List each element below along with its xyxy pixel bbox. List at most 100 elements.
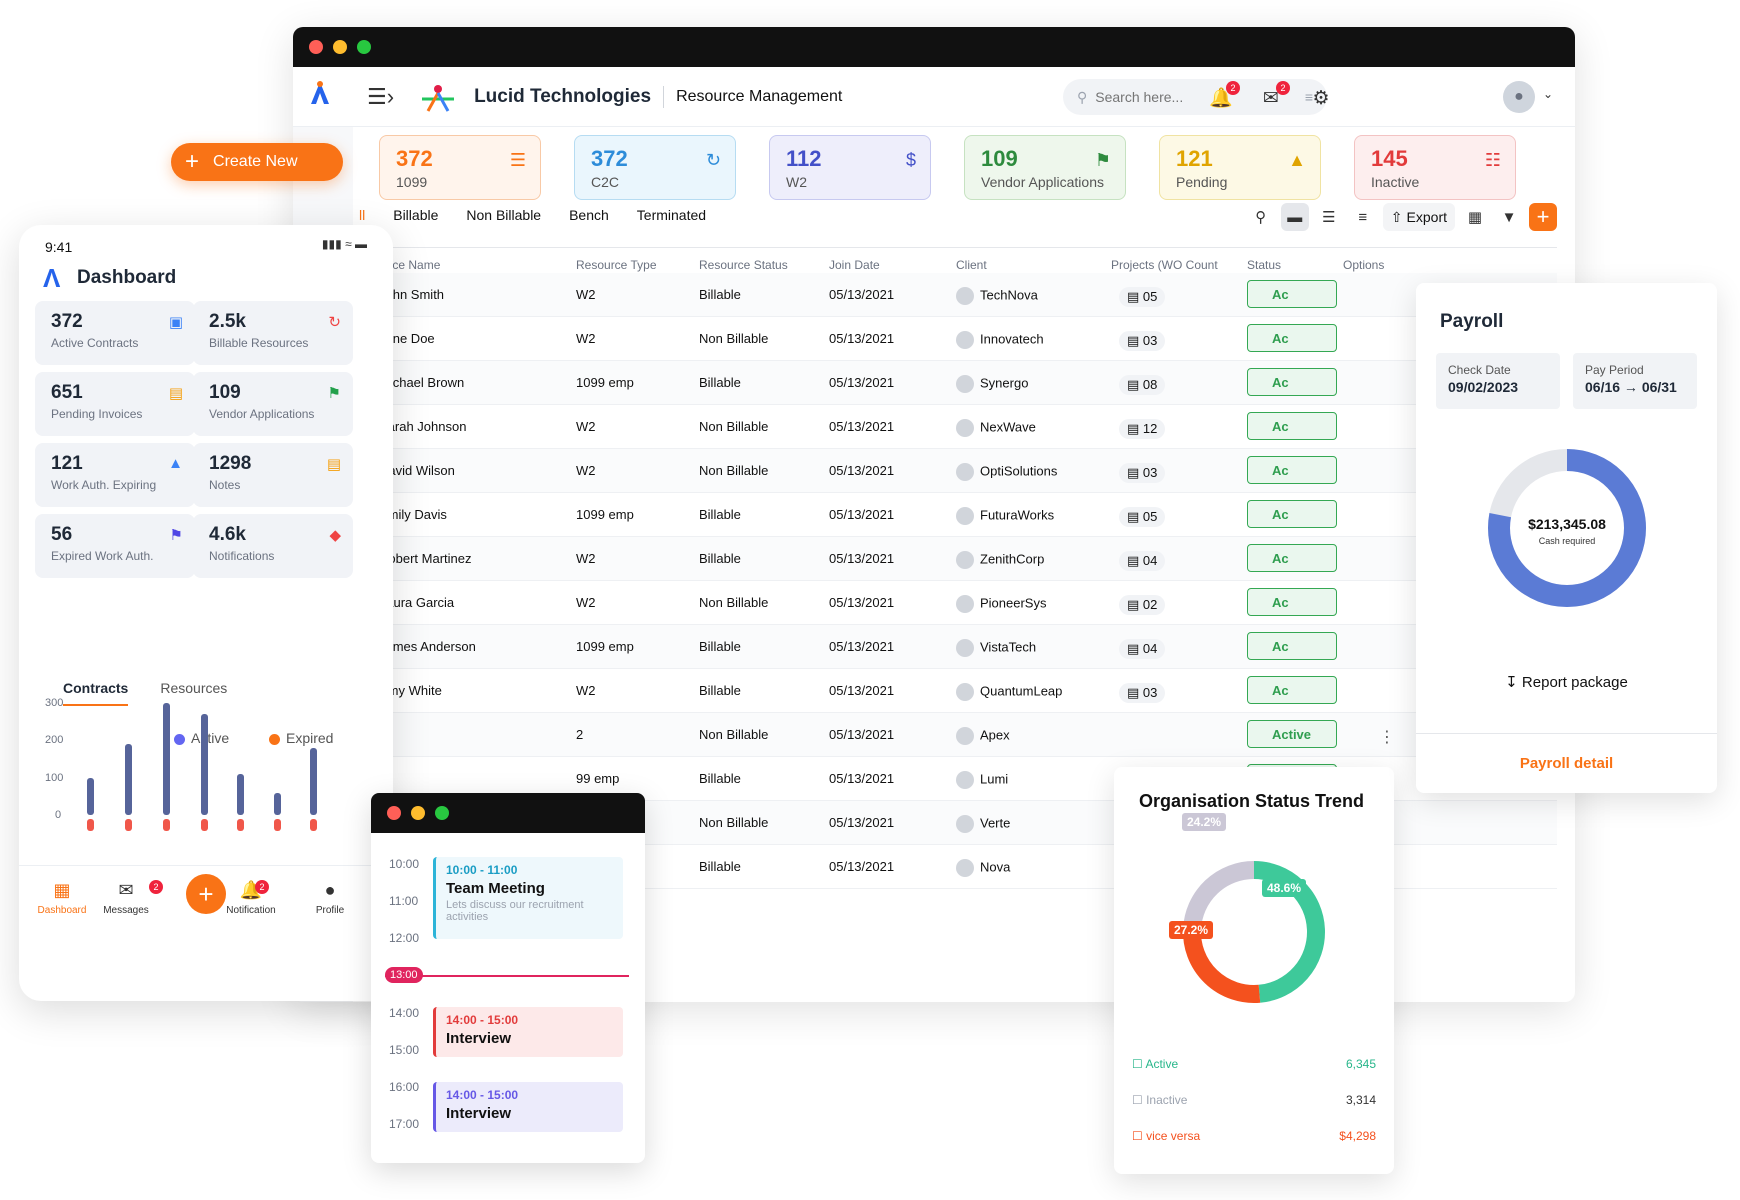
stat-card[interactable]: 372 C2C ↻ bbox=[574, 135, 736, 200]
app-logo-icon[interactable] bbox=[309, 80, 349, 114]
detailed-view-icon[interactable]: ≡ bbox=[1349, 203, 1377, 231]
payroll-detail-link[interactable]: Payroll detail bbox=[1416, 733, 1717, 793]
tab-all[interactable]: ll bbox=[359, 207, 365, 223]
column-header[interactable]: Client bbox=[956, 258, 987, 272]
report-package-button[interactable]: ↧ Report package bbox=[1416, 673, 1717, 691]
org-title: Organisation Status Trend bbox=[1139, 791, 1365, 811]
status-badge[interactable]: Ac bbox=[1247, 456, 1337, 484]
wo-count[interactable]: ▤ 02 bbox=[1119, 595, 1166, 615]
summary-card[interactable]: 2.5k Billable Resources ↻ bbox=[193, 301, 353, 365]
table-row[interactable]: ●Michael Brown1099 empBillable05/13/2021… bbox=[369, 361, 1557, 405]
nav-profile[interactable]: ● Profile bbox=[295, 880, 365, 916]
summary-card[interactable]: 121 Work Auth. Expiring ▲ bbox=[35, 443, 195, 507]
wo-count[interactable]: ▤ 04 bbox=[1119, 639, 1166, 659]
create-new-button[interactable]: + Create New bbox=[171, 143, 343, 181]
event-interview[interactable]: 14:00 - 15:00 Interview bbox=[433, 1007, 623, 1057]
table-row[interactable]: ●Jane DoeW2Non Billable05/13/2021Innovat… bbox=[369, 317, 1557, 361]
wo-icon: ▤ bbox=[1127, 597, 1143, 612]
tab-resources[interactable]: Resources bbox=[160, 680, 227, 706]
table-row[interactable]: ●Emily Davis1099 empBillable05/13/2021Fu… bbox=[369, 493, 1557, 537]
export-button[interactable]: ⇧ Export bbox=[1382, 203, 1455, 231]
stat-card[interactable]: 112 W2 $ bbox=[769, 135, 931, 200]
summary-card[interactable]: 1298 Notes ▤ bbox=[193, 443, 353, 507]
chevron-down-icon[interactable]: ⌄ bbox=[1543, 87, 1553, 101]
resource-name[interactable]: James Anderson bbox=[379, 639, 476, 654]
nav-dashboard[interactable]: ▦ Dashboard bbox=[27, 880, 97, 916]
join-date: 05/13/2021 bbox=[829, 815, 895, 830]
gear-icon[interactable]: ⚙ bbox=[1308, 85, 1334, 111]
table-row[interactable]: ●Amy WhiteW2Billable05/13/2021QuantumLea… bbox=[369, 669, 1557, 713]
wo-count[interactable]: ▤ 03 bbox=[1119, 331, 1166, 351]
search-icon[interactable]: ⚲ bbox=[1247, 203, 1275, 231]
tab-bench[interactable]: Bench bbox=[569, 207, 609, 223]
summary-card[interactable]: 109 Vendor Applications ⚑ bbox=[193, 372, 353, 436]
column-header[interactable]: Projects (WO Count bbox=[1111, 258, 1218, 272]
table-row[interactable]: ●Sarah JohnsonW2Non Billable05/13/2021Ne… bbox=[369, 405, 1557, 449]
summary-card[interactable]: 4.6k Notifications ◆ bbox=[193, 514, 353, 578]
event-title: Interview bbox=[446, 1030, 512, 1047]
wo-count[interactable]: ▤ 12 bbox=[1119, 419, 1166, 439]
wo-count[interactable]: ▤ 05 bbox=[1119, 507, 1166, 527]
maximize-window-button[interactable] bbox=[357, 40, 371, 54]
stat-card[interactable]: 121 Pending ▲ bbox=[1159, 135, 1321, 200]
status-badge[interactable]: Ac bbox=[1247, 368, 1337, 396]
nav-notification[interactable]: 🔔 Notification bbox=[216, 880, 286, 916]
tab-contracts[interactable]: Contracts bbox=[63, 680, 129, 706]
event-team-meeting[interactable]: 10:00 - 11:00 Team Meeting Lets discuss … bbox=[433, 857, 623, 939]
more-options-icon[interactable]: ⋮ bbox=[1379, 727, 1395, 747]
maximize-window-button[interactable] bbox=[435, 806, 449, 820]
table-row[interactable]: ●David WilsonW2Non Billable05/13/2021Opt… bbox=[369, 449, 1557, 493]
wo-count[interactable]: ▤ 03 bbox=[1119, 463, 1166, 483]
table-row[interactable]: ●John SmithW2Billable05/13/2021TechNova▤… bbox=[369, 273, 1557, 317]
summary-card[interactable]: 56 Expired Work Auth. ⚑ bbox=[35, 514, 195, 578]
minimize-window-button[interactable] bbox=[411, 806, 425, 820]
menu-toggle-icon[interactable]: ☰› bbox=[367, 84, 394, 110]
tab-billable[interactable]: Billable bbox=[393, 207, 438, 223]
column-header[interactable]: Resource Type bbox=[576, 258, 657, 272]
status-badge[interactable]: Ac bbox=[1247, 632, 1337, 660]
status-badge[interactable]: Ac bbox=[1247, 280, 1337, 308]
column-header[interactable]: Options bbox=[1343, 258, 1384, 272]
columns-icon[interactable]: ▦ bbox=[1461, 203, 1489, 231]
stat-card[interactable]: 145 Inactive ☷ bbox=[1354, 135, 1516, 200]
stat-card[interactable]: 372 1099 ☰ bbox=[379, 135, 541, 200]
join-date: 05/13/2021 bbox=[829, 463, 895, 478]
summary-card[interactable]: 651 Pending Invoices ▤ bbox=[35, 372, 195, 436]
user-avatar[interactable]: ● bbox=[1503, 81, 1535, 113]
column-header[interactable]: Status bbox=[1247, 258, 1281, 272]
event-interview[interactable]: 14:00 - 15:00 Interview bbox=[433, 1082, 623, 1132]
status-badge[interactable]: Ac bbox=[1247, 412, 1337, 440]
wo-count[interactable]: ▤ 04 bbox=[1119, 551, 1166, 571]
stat-card[interactable]: 109 Vendor Applications ⚑ bbox=[964, 135, 1126, 200]
status-badge[interactable]: Ac bbox=[1247, 500, 1337, 528]
minimize-window-button[interactable] bbox=[333, 40, 347, 54]
close-window-button[interactable] bbox=[387, 806, 401, 820]
status-badge[interactable]: Active bbox=[1247, 720, 1337, 748]
tab-terminated[interactable]: Terminated bbox=[637, 207, 706, 223]
status-badge[interactable]: Ac bbox=[1247, 676, 1337, 704]
wo-count[interactable]: ▤ 03 bbox=[1119, 683, 1166, 703]
wo-count[interactable]: ▤ 05 bbox=[1119, 287, 1166, 307]
column-header[interactable]: Join Date bbox=[829, 258, 880, 272]
status-badge[interactable]: Ac bbox=[1247, 324, 1337, 352]
table-row[interactable]: ●James Anderson1099 empBillable05/13/202… bbox=[369, 625, 1557, 669]
add-button[interactable]: + bbox=[1529, 203, 1557, 231]
close-window-button[interactable] bbox=[309, 40, 323, 54]
table-row[interactable]: ●Laura GarciaW2Non Billable05/13/2021Pio… bbox=[369, 581, 1557, 625]
filter-icon[interactable]: ▼ bbox=[1495, 203, 1523, 231]
status-badge[interactable]: Ac bbox=[1247, 544, 1337, 572]
notification-bell-icon[interactable]: 🔔 2 bbox=[1208, 81, 1240, 111]
search-input[interactable] bbox=[1095, 89, 1266, 105]
tab-non-billable[interactable]: Non Billable bbox=[466, 207, 541, 223]
summary-card[interactable]: 372 Active Contracts ▣ bbox=[35, 301, 195, 365]
list-view-icon[interactable]: ☰ bbox=[1315, 203, 1343, 231]
column-header[interactable]: Resource Status bbox=[699, 258, 788, 272]
table-row[interactable]: 2 Non Billable 05/13/2021 Apex Active ⋮ bbox=[381, 713, 1557, 757]
tag-icon: ⚑ bbox=[169, 527, 183, 544]
wo-count[interactable]: ▤ 08 bbox=[1119, 375, 1166, 395]
table-row[interactable]: ●Robert MartinezW2Billable05/13/2021Zeni… bbox=[369, 537, 1557, 581]
compact-view-icon[interactable]: ▬ bbox=[1280, 203, 1309, 231]
bar-active bbox=[163, 703, 170, 815]
mail-icon[interactable]: ✉ 2 bbox=[1258, 81, 1290, 111]
status-badge[interactable]: Ac bbox=[1247, 588, 1337, 616]
